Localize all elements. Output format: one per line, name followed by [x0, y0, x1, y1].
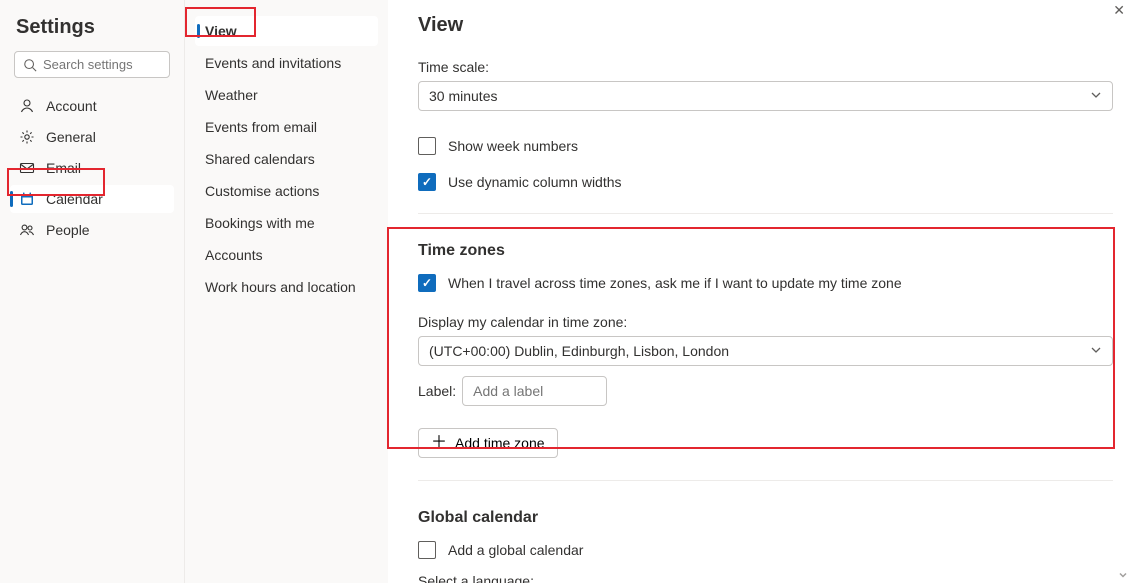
global-calendar-heading: Global calendar — [418, 509, 1113, 527]
subnav-work-hours[interactable]: Work hours and location — [195, 272, 378, 302]
subnav-accounts[interactable]: Accounts — [195, 240, 378, 270]
scroll-down-icon[interactable] — [1116, 568, 1130, 582]
subnav-events-from-email[interactable]: Events from email — [195, 112, 378, 142]
travel-timezone-prompt-checkbox[interactable] — [418, 274, 436, 292]
time-scale-label: Time scale: — [418, 59, 1113, 75]
search-settings[interactable] — [14, 51, 170, 78]
gear-icon — [18, 128, 36, 146]
timezone-label-input[interactable] — [462, 376, 607, 406]
travel-timezone-prompt-label: When I travel across time zones, ask me … — [448, 275, 902, 291]
subnav-weather[interactable]: Weather — [195, 80, 378, 110]
select-language-label: Select a language: — [418, 573, 1113, 583]
add-time-zone-button[interactable]: ＋ Add time zone — [418, 428, 558, 458]
nav-label: People — [46, 222, 90, 238]
nav-label: General — [46, 129, 96, 145]
nav-account[interactable]: Account — [10, 92, 174, 120]
subnav-bookings[interactable]: Bookings with me — [195, 208, 378, 238]
section-time-zones: Time zones When I travel across time zon… — [418, 242, 1113, 481]
timezone-label-field-label: Label: — [418, 383, 456, 399]
dynamic-column-widths-checkbox[interactable] — [418, 173, 436, 191]
time-zones-heading: Time zones — [418, 242, 1113, 260]
add-global-calendar-checkbox[interactable] — [418, 541, 436, 559]
subnav-customise-actions[interactable]: Customise actions — [195, 176, 378, 206]
nav-people[interactable]: People — [10, 216, 174, 244]
mail-icon — [18, 159, 36, 177]
nav-label: Account — [46, 98, 97, 114]
chevron-down-icon — [1090, 88, 1102, 104]
page-title: View — [418, 14, 1113, 37]
subnav-view[interactable]: View — [195, 16, 378, 46]
show-week-numbers-checkbox[interactable] — [418, 137, 436, 155]
subnav-events-invitations[interactable]: Events and invitations — [195, 48, 378, 78]
dynamic-column-widths-label: Use dynamic column widths — [448, 174, 622, 190]
search-icon — [23, 58, 37, 72]
nav-email[interactable]: Email — [10, 154, 174, 182]
time-scale-select[interactable]: 30 minutes — [418, 81, 1113, 111]
nav-label: Calendar — [46, 191, 103, 207]
nav-calendar[interactable]: Calendar — [10, 185, 174, 213]
nav-general[interactable]: General — [10, 123, 174, 151]
subnav-shared-calendars[interactable]: Shared calendars — [195, 144, 378, 174]
section-global-calendar: Global calendar Add a global calendar Se… — [418, 509, 1113, 583]
person-icon — [18, 97, 36, 115]
settings-subnav: View Events and invitations Weather Even… — [185, 0, 388, 583]
settings-sidebar: Settings Account General Email Calendar … — [0, 0, 185, 583]
add-time-zone-label: Add time zone — [455, 435, 545, 451]
close-icon[interactable]: ✕ — [1113, 2, 1125, 19]
display-timezone-select[interactable]: (UTC+00:00) Dublin, Edinburgh, Lisbon, L… — [418, 336, 1113, 366]
chevron-down-icon — [1090, 343, 1102, 359]
display-timezone-label: Display my calendar in time zone: — [418, 314, 1113, 330]
add-global-calendar-label: Add a global calendar — [448, 542, 583, 558]
display-timezone-value: (UTC+00:00) Dublin, Edinburgh, Lisbon, L… — [429, 343, 729, 359]
people-icon — [18, 221, 36, 239]
settings-title: Settings — [16, 16, 168, 39]
plus-icon: ＋ — [431, 435, 447, 451]
nav-label: Email — [46, 160, 81, 176]
section-view-options: Time scale: 30 minutes Show week numbers… — [418, 59, 1113, 214]
calendar-icon — [18, 190, 36, 208]
show-week-numbers-label: Show week numbers — [448, 138, 578, 154]
time-scale-value: 30 minutes — [429, 88, 497, 104]
search-input[interactable] — [43, 57, 161, 72]
settings-content: ✕ View Time scale: 30 minutes Show week … — [388, 0, 1131, 583]
